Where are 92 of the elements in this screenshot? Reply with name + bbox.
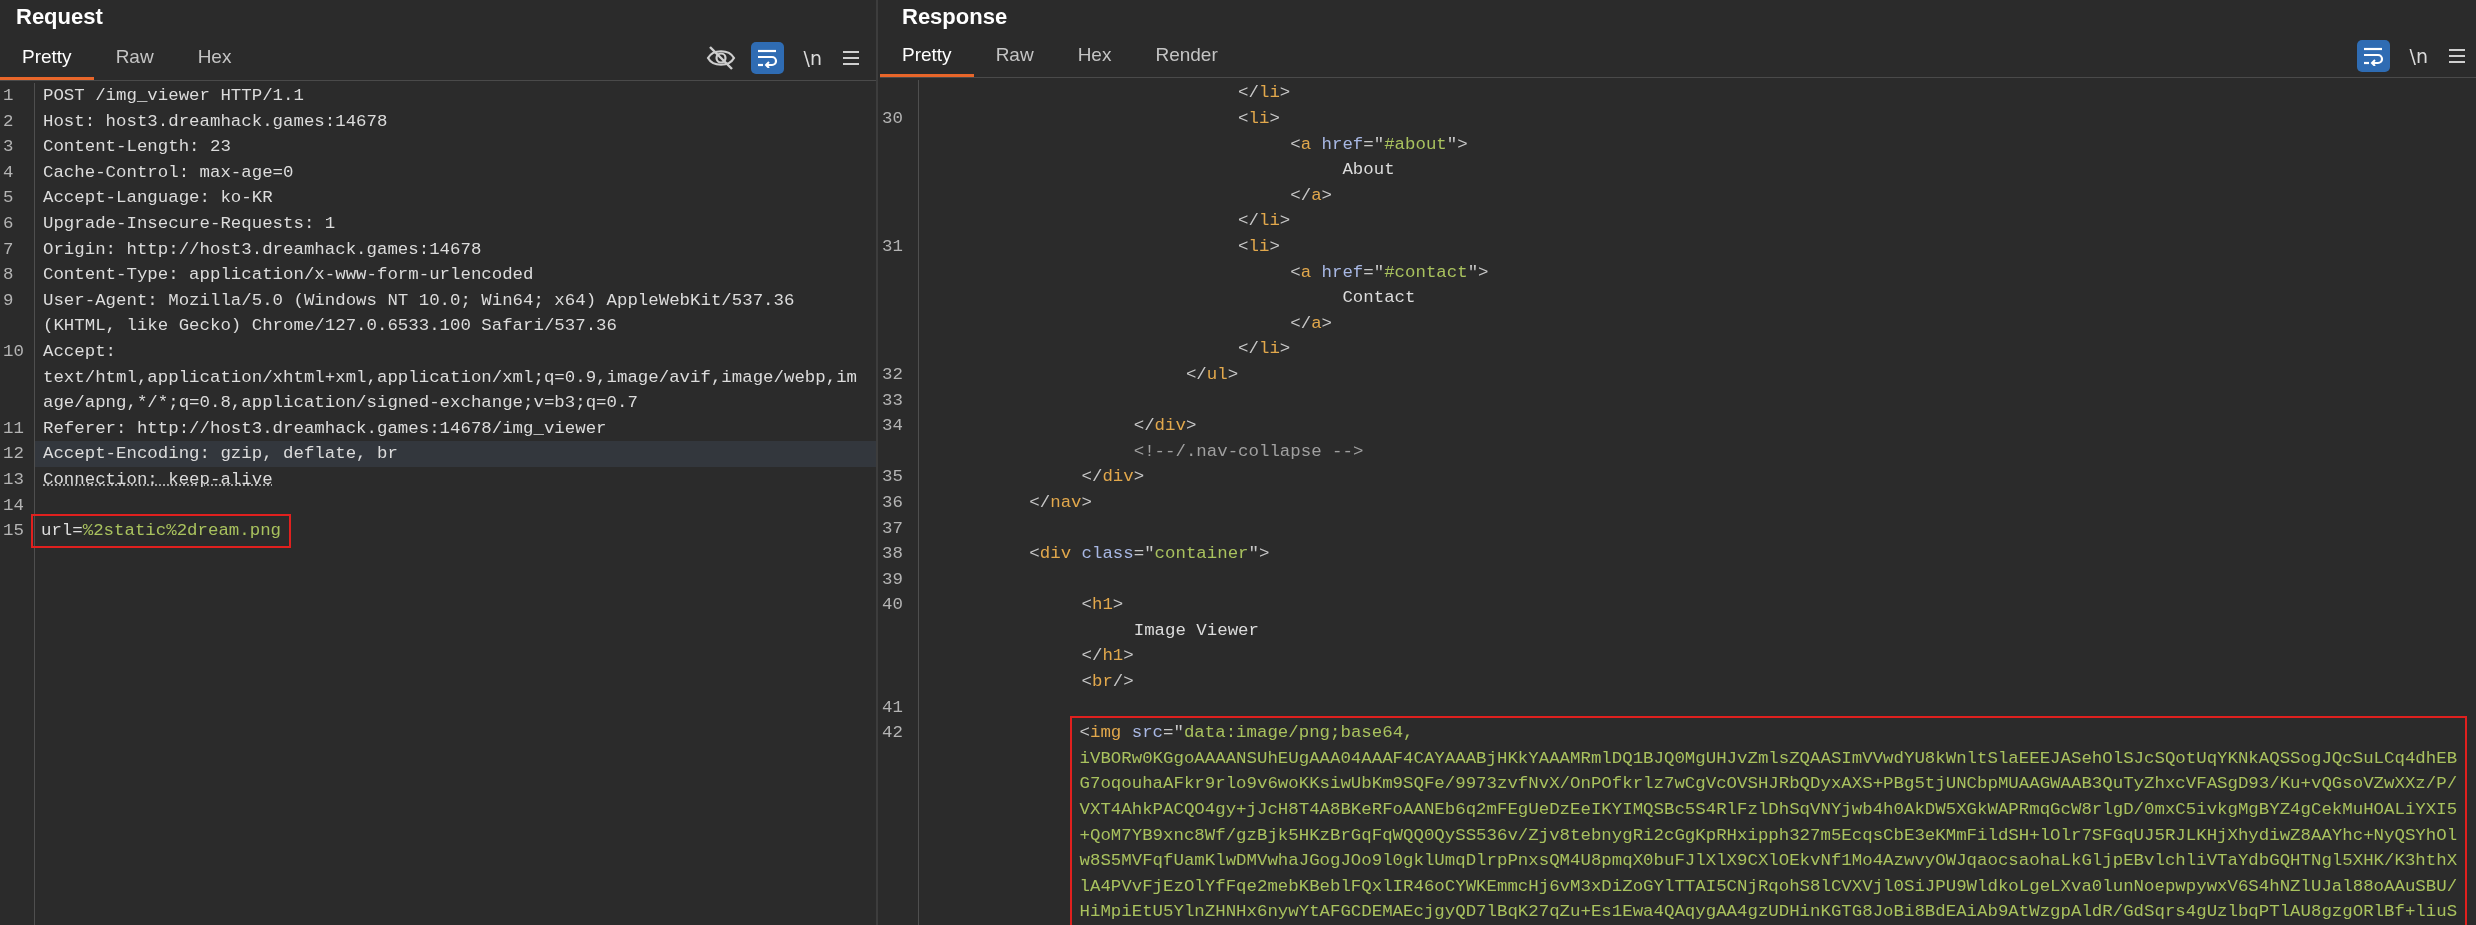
line-number: 40 — [882, 595, 903, 615]
code-line: +QoM7YB9xnc8Wf/gzBjk5HKzBrGqFqWQQ0QySS536v/Zjv8tebnygRi2cGgKpRHxipph327m5EcqsCbE3eKMmFildSH+lOlr7SFGqUJ5RJLKHjXhydiwZ8AAYhc+NyQSYhOl — [1079, 825, 2458, 845]
code-line: <a href="#about"> — [1290, 134, 1468, 154]
panel-title: Request — [15, 3, 103, 31]
line-number: 32 — [882, 364, 903, 384]
tab[interactable]: Raw — [93, 36, 176, 80]
code-line: </nav> — [1029, 492, 1092, 512]
code-line: Referer: http://host3.dreamhack.games:14678/img_viewer — [43, 418, 607, 438]
code-line: text/html,application/xhtml+xml,application/xml;q=0.9,image/avif,image/webp,im — [43, 367, 857, 387]
code-line: </li> — [1238, 339, 1291, 359]
line-number: 30 — [882, 109, 903, 128]
wrap-lines-button[interactable] — [2356, 40, 2390, 73]
line-number: 4 — [3, 162, 14, 182]
code-line: Accept-Encoding: gzip, deflate, br — [43, 444, 398, 464]
line-number: 34 — [882, 416, 903, 436]
code-line: (KHTML, like Gecko) Chrome/127.0.6533.100 Safari/537.36 — [43, 316, 617, 336]
code-line: About — [1342, 160, 1395, 180]
line-number: 42 — [882, 723, 903, 743]
code-line: </a> — [1290, 185, 1332, 205]
code-line: <!--/.nav-collapse --> — [1133, 441, 1364, 461]
line-number: 31 — [882, 236, 903, 256]
code-line: </li> — [1238, 211, 1291, 231]
code-line: Upgrade-Insecure-Requests: 1 — [43, 213, 336, 233]
line-number: 10 — [3, 341, 24, 361]
newline-toggle[interactable]: \n — [797, 47, 828, 69]
line-number: 2 — [3, 111, 14, 131]
code-line: Contact — [1342, 288, 1416, 308]
wrap-icon — [756, 48, 779, 68]
panel-title: Response — [901, 3, 1008, 31]
code-line: Accept: — [43, 341, 117, 361]
code-line: Content-Length: 23 — [43, 137, 231, 157]
line-number: 3 — [3, 137, 14, 157]
eye-slash-icon[interactable] — [704, 44, 737, 72]
menu-icon[interactable] — [2448, 47, 2466, 66]
line-number: 9 — [3, 290, 14, 310]
code-line: Image Viewer — [1133, 620, 1259, 640]
tab[interactable]: Pretty — [880, 34, 974, 78]
code-line: iVBORw0KGgoAAAANSUhEUgAAA04AAAF4CAYAAABjHKkYAAAMRmlDQ1BJQ0MgUHJvZmlsZQAASImVVwdYU8kWnltSlaEEEJASehOlSJcSQotUqYKNkAQSSogJQcSuLCq4dhEB — [1079, 748, 2458, 768]
code-line: </li> — [1238, 83, 1291, 103]
code-line: <br/> — [1081, 672, 1134, 692]
code-line: Accept-Language: ko-KR — [43, 188, 273, 208]
code-line: <img src="data:image/png;base64, — [1079, 723, 1414, 743]
code-line: HiMpiEtU5YlnZHNHx6nywYtAFGCDEMAEcjgyQD7lBqK27qZu+Es1Ewa4QAqygAA4gzUDHinKGTG8JoBi8BdEAiAb9AtWzgpAldR/GdSqrs4gUzlbqPTlAU8gzgORlBf+liuS — [1079, 902, 2458, 922]
line-number: 38 — [882, 544, 903, 564]
code-line: G7oqouhaAFkr9rlo9v6woKKsiwUbKm9SQFe/9973zvfNvX/OnPOfkrlz7wCgVcOVSHJRbQDyxAXS+PBg5tjUNCbpMUAAGWAAB3QuTyZhxcVFASgD93/Ku+vQGsoVZwXXz/P/ — [1079, 774, 2458, 794]
code-line: Content-Type: application/x-www-form-urlencoded — [43, 265, 534, 285]
line-number: 8 — [3, 265, 14, 285]
tab[interactable]: Pretty — [0, 36, 94, 80]
code-line: url=%2static%2dream.png — [41, 521, 282, 541]
code-line: <li> — [1238, 109, 1280, 128]
code-line: <h1> — [1081, 595, 1124, 615]
code-line: User-Agent: Mozilla/5.0 (Windows NT 10.0; Win64; x64) AppleWebKit/537.36 — [43, 290, 795, 310]
line-number: 11 — [3, 418, 24, 438]
wrap-icon — [2362, 46, 2385, 67]
line-number: 39 — [882, 569, 903, 589]
wrap-lines-button[interactable] — [750, 42, 784, 74]
line-number: 33 — [882, 390, 903, 410]
code-line: w8S5MVFqfUamKlwDMVwhaJGogJOo9l0gklUmqDlrpPnxsQM4U8pmqX0buFJlXlX9CXlOEkvNf1Mo4AzwvyOWJqaocsaohaLkGljpEBvlchliVTaYdbGQHTNgl5XHK/K3hthX — [1079, 851, 2458, 871]
line-number: 12 — [3, 444, 24, 464]
line-number: 7 — [3, 239, 14, 259]
code-line: </div> — [1133, 416, 1197, 436]
line-number: 36 — [882, 492, 903, 512]
code-line: <div class="container"> — [1029, 544, 1270, 564]
tab[interactable]: Hex — [175, 36, 254, 80]
code-line: </h1> — [1081, 646, 1134, 666]
line-number: 14 — [3, 495, 24, 515]
code-line: VXT4AhkPACQO4gy+jJcH8T4A8BKeRFoAANEb6q2mFEgUeDzEeIKYIMQSBc5S4RlFzlDhSqVNYjwb4h0AkDW5XGkWAPRmqGcW8rlgD/0mxC5ivkgMgBYZ4gCekMuHOALiYXI5 — [1079, 800, 2458, 820]
code-line: lA4PVvFjEzOlYfFqe2mebKBeblFQxlIR46oCYWKEmmcHj6vM3xDiZoGYlTTAI5CNjRqohS8lCVXVjl0SiJPU9WldkoLgeLXva0lunNoepwpywxV6S4hNZlUJal88oAAuSBU/ — [1079, 876, 2458, 896]
tab[interactable]: Hex — [1055, 34, 1134, 78]
line-number: 15 — [3, 521, 24, 541]
newline-toggle[interactable]: \n — [2403, 45, 2434, 68]
code-line: </ul> — [1185, 364, 1239, 384]
code-line: Origin: http://host3.dreamhack.games:14678 — [43, 239, 482, 259]
menu-icon[interactable] — [842, 49, 860, 67]
line-number: 5 — [3, 188, 14, 208]
line-number: 41 — [882, 697, 903, 717]
code-line: Connection: keep-alive — [43, 469, 273, 489]
line-number: 1 — [3, 86, 14, 105]
code-line: </a> — [1290, 313, 1332, 333]
line-number: 37 — [882, 518, 903, 538]
code-line: age/apng,*/*;q=0.8,application/signed-exchange;v=b3;q=0.7 — [43, 393, 638, 413]
code-line: Cache-Control: max-age=0 — [43, 162, 294, 182]
tab[interactable]: Raw — [973, 34, 1056, 78]
code-line: Host: host3.dreamhack.games:14678 — [43, 111, 388, 131]
tab[interactable]: Render — [1133, 34, 1240, 78]
line-number: 6 — [3, 213, 14, 233]
line-number: 35 — [882, 467, 903, 487]
code-line: POST /img_viewer HTTP/1.1 — [43, 86, 304, 105]
code-line: <li> — [1238, 236, 1280, 256]
code-line: </div> — [1081, 467, 1145, 487]
line-number: 13 — [3, 469, 24, 489]
code-line: <a href="#contact"> — [1290, 262, 1489, 282]
